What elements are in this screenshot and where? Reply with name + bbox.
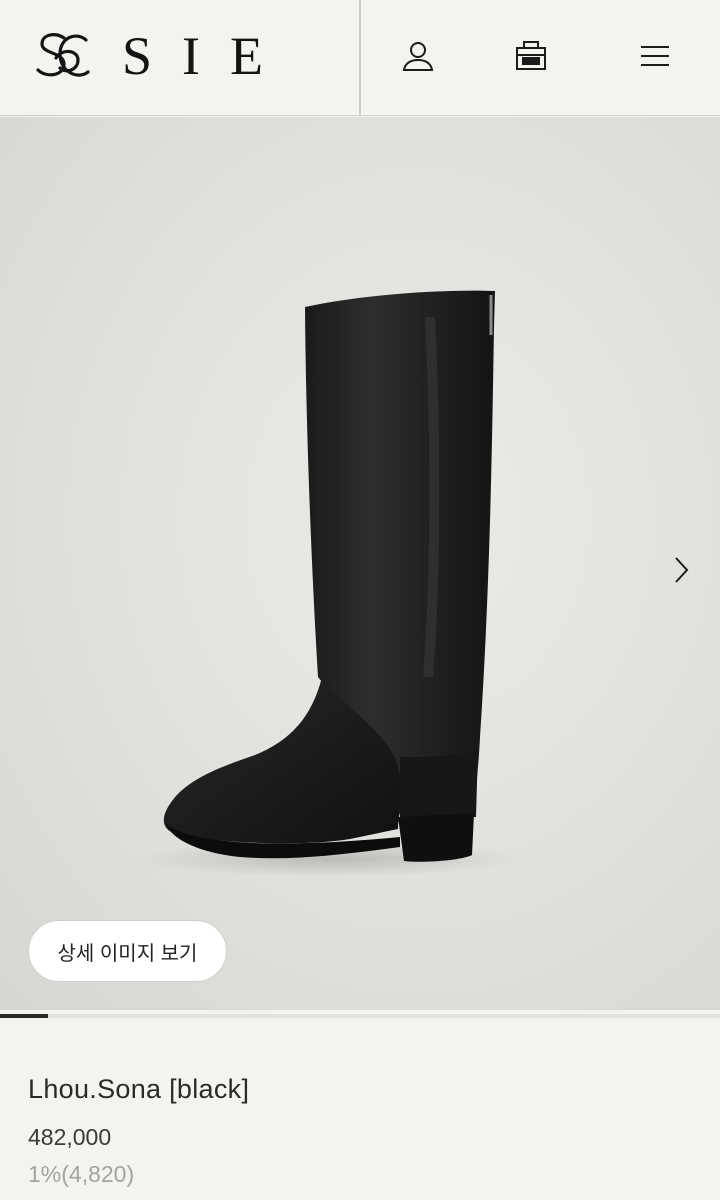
slider-progress-track xyxy=(0,1014,720,1018)
chevron-right-icon xyxy=(675,557,689,583)
header-divider xyxy=(359,0,361,116)
product-photo-boot xyxy=(140,290,520,877)
menu-button[interactable] xyxy=(633,34,677,78)
hamburger-menu-icon xyxy=(641,46,669,66)
product-points: 1%(4,820) xyxy=(28,1161,135,1187)
shopping-bag-icon xyxy=(516,41,546,70)
slider-progress-fill xyxy=(0,1014,48,1018)
user-icon xyxy=(402,42,434,71)
site-header: SIE xyxy=(0,0,720,116)
product-image-slider[interactable]: 상세 이미지 보기 xyxy=(0,117,720,1010)
brand-logo[interactable]: SIE xyxy=(0,0,360,116)
sc-monogram-logo-icon xyxy=(36,33,90,77)
next-image-button[interactable] xyxy=(664,553,698,587)
product-name: Lhou.Sona [black] xyxy=(28,1074,250,1104)
cart-button[interactable] xyxy=(509,34,553,78)
view-detail-images-button[interactable]: 상세 이미지 보기 xyxy=(28,920,227,982)
product-price: 482,000 xyxy=(28,1124,112,1150)
brand-name: SIE xyxy=(122,26,293,86)
account-button[interactable] xyxy=(396,34,440,78)
